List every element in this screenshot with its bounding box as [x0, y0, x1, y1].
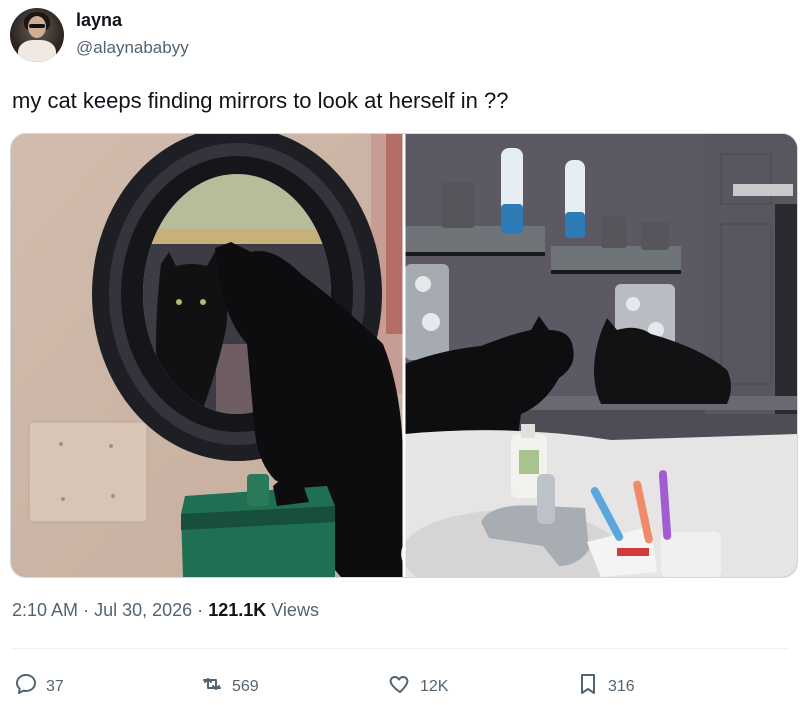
reply-count: 37	[46, 677, 64, 695]
heart-icon	[388, 672, 412, 701]
tweet-meta: 2:10 AM · Jul 30, 2026 · 121.1K Views	[12, 600, 319, 621]
post-time[interactable]: 2:10 AM	[12, 600, 78, 620]
views-label: Views	[271, 600, 319, 620]
display-name[interactable]: layna	[76, 10, 122, 31]
avatar[interactable]	[10, 8, 64, 62]
reply-button[interactable]: 37	[14, 672, 64, 701]
repost-count: 569	[232, 677, 259, 695]
photo-cat-bathroom-mirror[interactable]	[401, 134, 797, 577]
bookmark-count: 316	[608, 677, 635, 695]
like-button[interactable]: 12K	[388, 672, 448, 701]
tweet-text: my cat keeps finding mirrors to look at …	[12, 88, 509, 113]
meta-separator: ·	[83, 600, 90, 620]
post-date[interactable]: Jul 30, 2026	[94, 600, 192, 620]
views-count: 121.1K	[208, 600, 267, 620]
tweet-media[interactable]	[10, 133, 798, 578]
bookmark-icon	[576, 672, 600, 701]
photo-cat-oval-mirror[interactable]	[11, 134, 403, 577]
repost-icon	[200, 672, 224, 701]
divider	[12, 648, 788, 649]
bookmark-button[interactable]: 316	[576, 672, 635, 701]
reply-icon	[14, 672, 38, 701]
user-handle[interactable]: @alaynababyy	[76, 38, 189, 58]
like-count: 12K	[420, 677, 449, 695]
repost-button[interactable]: 569	[200, 672, 259, 701]
meta-separator: ·	[197, 600, 204, 620]
